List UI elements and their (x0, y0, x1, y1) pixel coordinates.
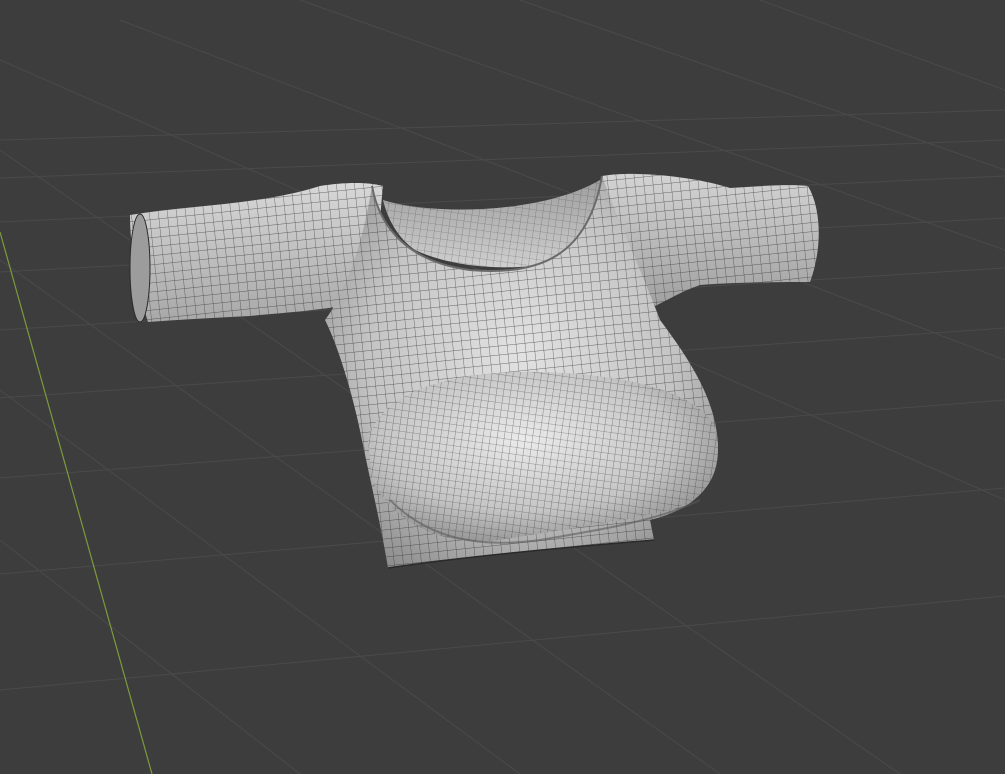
grid-line-row-0 (0, 109, 1005, 141)
y-axis-line (0, 231, 153, 774)
viewport-canvas[interactable] (0, 0, 1005, 774)
grid-line-row-8 (0, 595, 1005, 691)
grid-line-col-6 (0, 539, 301, 774)
grid-line-row-1 (0, 139, 1005, 179)
3d-viewport[interactable] (0, 0, 1005, 774)
left-sleeve-opening (129, 213, 151, 323)
chest-volume-wire (368, 371, 719, 542)
grid-line-col-7 (519, 0, 1005, 171)
garment-mesh[interactable] (129, 173, 819, 569)
grid-line-col-8 (759, 0, 1005, 91)
